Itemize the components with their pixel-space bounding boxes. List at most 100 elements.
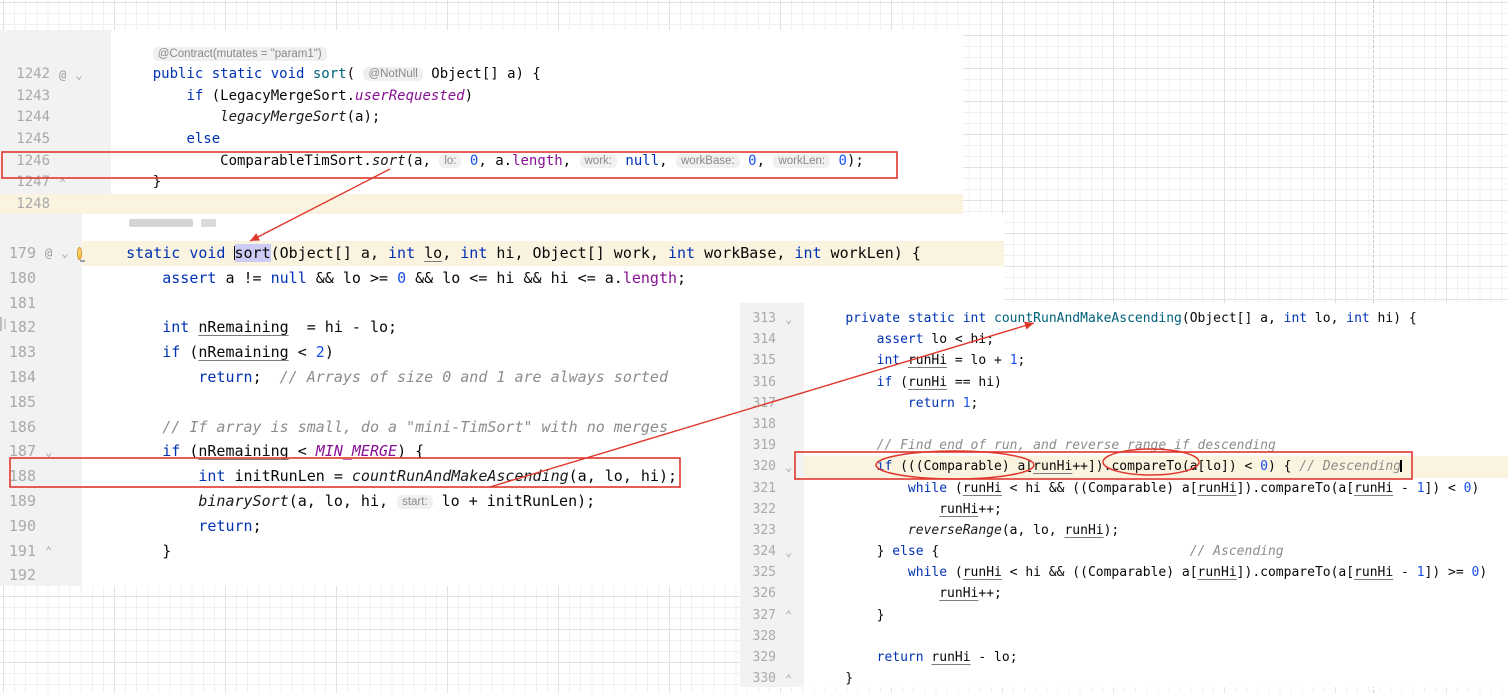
line-number[interactable]: 318 bbox=[746, 414, 776, 435]
code-line-319[interactable]: 319 // Find end of run, and reverse rang… bbox=[740, 435, 1508, 456]
code-line-314[interactable]: 314 assert lo < hi; bbox=[740, 329, 1508, 350]
line-number[interactable]: 329 bbox=[746, 647, 776, 668]
inlay-hint[interactable]: @NotNull bbox=[363, 67, 422, 81]
line-number[interactable]: 188 bbox=[6, 464, 36, 489]
inlay-hint[interactable]: @Contract(mutates = "param1") bbox=[153, 47, 327, 61]
fold-close-icon[interactable]: ⌃ bbox=[785, 609, 792, 621]
line-number[interactable]: 313 bbox=[746, 308, 776, 329]
line-number[interactable]: 1246 bbox=[6, 151, 50, 173]
code-line-313[interactable]: 313⌄ private static int countRunAndMakeA… bbox=[740, 308, 1508, 329]
code-text[interactable]: } bbox=[804, 605, 1508, 626]
line-number[interactable]: 317 bbox=[746, 393, 776, 414]
line-number[interactable]: 1248 bbox=[6, 194, 50, 216]
code-text[interactable]: legacyMergeSort(a); bbox=[111, 107, 963, 129]
code-text[interactable]: reverseRange(a, lo, runHi); bbox=[804, 520, 1508, 541]
line-number[interactable]: 325 bbox=[746, 562, 776, 583]
bulb-icon[interactable] bbox=[77, 247, 82, 260]
inlay-hint[interactable]: workBase: bbox=[676, 154, 740, 168]
code-line-1246[interactable]: 1246 ComparableTimSort.sort(a, lo: 0, a.… bbox=[0, 151, 963, 173]
code-text[interactable]: if (runHi == hi) bbox=[804, 372, 1508, 393]
code-text[interactable]: if (((Comparable) a[runHi++]).compareTo(… bbox=[804, 456, 1508, 477]
inlay-hint[interactable]: lo: bbox=[439, 154, 461, 168]
code-text[interactable]: public static void sort( @NotNull Object… bbox=[111, 64, 963, 86]
code-text[interactable]: else bbox=[111, 129, 963, 151]
line-number[interactable]: 185 bbox=[6, 390, 36, 415]
line-number[interactable]: 321 bbox=[746, 478, 776, 499]
code-text[interactable]: } else { // Ascending bbox=[804, 541, 1508, 562]
line-number[interactable]: 1242 bbox=[6, 64, 50, 86]
code-line[interactable] bbox=[0, 30, 963, 45]
line-number[interactable]: 1245 bbox=[6, 129, 50, 151]
fold-open-icon[interactable]: ⌄ bbox=[785, 313, 792, 325]
fold-close-icon[interactable]: ⌃ bbox=[45, 545, 52, 557]
code-line-317[interactable]: 317 return 1; bbox=[740, 393, 1508, 414]
code-text[interactable]: } bbox=[804, 668, 1508, 687]
line-number[interactable]: 330 bbox=[746, 668, 776, 687]
code-line-330[interactable]: 330 ⌃ } bbox=[740, 668, 1508, 687]
code-text[interactable]: // Find end of run, and reverse range if… bbox=[804, 435, 1508, 456]
code-text[interactable]: return 1; bbox=[804, 393, 1508, 414]
line-number[interactable]: 1247 bbox=[6, 172, 50, 194]
line-number[interactable]: 320 bbox=[746, 456, 776, 477]
line-number[interactable]: 322 bbox=[746, 499, 776, 520]
code-text[interactable]: runHi++; bbox=[804, 583, 1508, 604]
code-text[interactable]: while (runHi < hi && ((Comparable) a[run… bbox=[804, 478, 1508, 499]
code-line-1244[interactable]: 1244 legacyMergeSort(a); bbox=[0, 107, 963, 129]
line-number[interactable]: 323 bbox=[746, 520, 776, 541]
code-line-1248[interactable]: 1248 bbox=[0, 194, 963, 216]
inlay-hint[interactable]: start: bbox=[397, 495, 433, 509]
line-number[interactable]: 192 bbox=[6, 563, 36, 586]
code-line-327[interactable]: 327 ⌃ } bbox=[740, 605, 1508, 626]
line-number[interactable]: 183 bbox=[6, 340, 36, 365]
code-text[interactable]: assert a != null && lo >= 0 && lo <= hi … bbox=[82, 266, 1004, 291]
code-line-329[interactable]: 329 return runHi - lo; bbox=[740, 647, 1508, 668]
code-line-180[interactable]: 180 assert a != null && lo >= 0 && lo <=… bbox=[0, 266, 1004, 291]
code-line-179[interactable]: 179@⌄ static void sort(Object[] a, int l… bbox=[0, 241, 1004, 266]
line-number[interactable]: 316 bbox=[746, 372, 776, 393]
code-text[interactable]: assert lo < hi; bbox=[804, 329, 1508, 350]
code-text[interactable] bbox=[82, 214, 1004, 241]
fold-close-icon[interactable]: ⌃ bbox=[59, 177, 66, 189]
line-number[interactable]: 327 bbox=[746, 605, 776, 626]
code-line-324[interactable]: 324 ⌄ } else { // Ascending bbox=[740, 541, 1508, 562]
line-number[interactable]: 186 bbox=[6, 415, 36, 440]
code-line-320[interactable]: 320⌄ if (((Comparable) a[runHi++]).compa… bbox=[740, 456, 1508, 477]
code-line-323[interactable]: 323 reverseRange(a, lo, runHi); bbox=[740, 520, 1508, 541]
code-text[interactable]: if (LegacyMergeSort.userRequested) bbox=[111, 86, 963, 108]
line-number[interactable]: 326 bbox=[746, 583, 776, 604]
line-number[interactable]: 187 bbox=[6, 439, 36, 464]
code-text[interactable] bbox=[111, 194, 963, 216]
code-text[interactable]: @Contract(mutates = "param1") bbox=[111, 45, 963, 64]
line-number[interactable]: 184 bbox=[6, 365, 36, 390]
line-number[interactable]: 324 bbox=[746, 541, 776, 562]
line-number[interactable]: 180 bbox=[6, 266, 36, 291]
line-number[interactable]: 1244 bbox=[6, 107, 50, 129]
line-number[interactable]: 328 bbox=[746, 626, 776, 647]
code-text[interactable]: } bbox=[111, 172, 963, 194]
fold-open-icon[interactable]: ⌄ bbox=[785, 546, 792, 558]
code-text[interactable] bbox=[804, 414, 1508, 435]
code-line-326[interactable]: 326 runHi++; bbox=[740, 583, 1508, 604]
line-number[interactable]: 190 bbox=[6, 514, 36, 539]
line-number[interactable]: 179 bbox=[6, 241, 36, 266]
inlay-hint[interactable]: workLen: bbox=[773, 154, 830, 168]
line-number[interactable]: 314 bbox=[746, 329, 776, 350]
line-number[interactable]: 315 bbox=[746, 350, 776, 371]
code-line[interactable]: @Contract(mutates = "param1") bbox=[0, 45, 963, 64]
code-line-322[interactable]: 322 runHi++; bbox=[740, 499, 1508, 520]
code-line-318[interactable]: 318 bbox=[740, 414, 1508, 435]
code-line[interactable] bbox=[0, 214, 1004, 241]
code-line-1245[interactable]: 1245 else bbox=[0, 129, 963, 151]
inlay-hint[interactable]: work: bbox=[580, 154, 617, 168]
fold-open-icon[interactable]: ⌄ bbox=[61, 247, 68, 259]
line-number[interactable]: 319 bbox=[746, 435, 776, 456]
line-number[interactable]: 191 bbox=[6, 539, 36, 564]
code-text[interactable]: return runHi - lo; bbox=[804, 647, 1508, 668]
code-line-315[interactable]: 315 int runHi = lo + 1; bbox=[740, 350, 1508, 371]
fold-close-icon[interactable]: ⌃ bbox=[785, 673, 792, 685]
code-text[interactable]: static void sort(Object[] a, int lo, int… bbox=[82, 241, 1004, 266]
fold-open-icon[interactable]: ⌄ bbox=[45, 446, 52, 458]
code-line-328[interactable]: 328 bbox=[740, 626, 1508, 647]
code-line-316[interactable]: 316 if (runHi == hi) bbox=[740, 372, 1508, 393]
code-text[interactable]: int runHi = lo + 1; bbox=[804, 350, 1508, 371]
